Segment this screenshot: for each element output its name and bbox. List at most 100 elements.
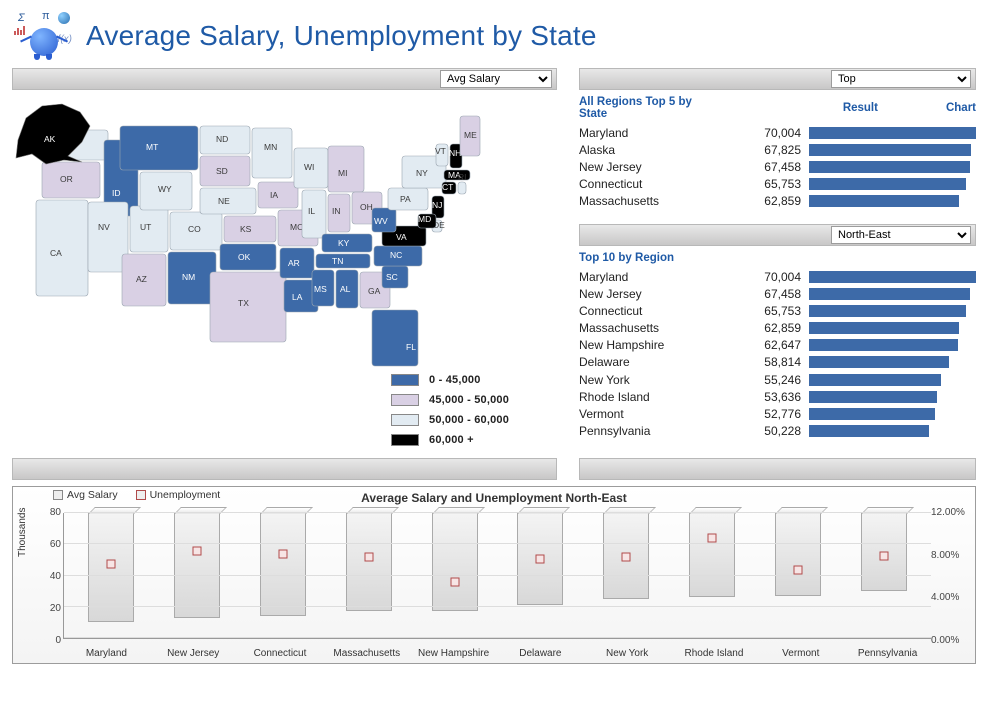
map-state-nd[interactable] <box>200 126 250 154</box>
state-cell: Connecticut <box>579 304 745 318</box>
metric-select[interactable]: Avg Salary <box>440 70 552 88</box>
bar-cell <box>809 178 976 190</box>
unemployment-marker <box>450 577 459 586</box>
region-select[interactable]: North-East <box>831 226 971 244</box>
y2-tick: 0.00% <box>931 635 971 646</box>
rank-select[interactable]: Top <box>831 70 971 88</box>
state-cell: Maryland <box>579 270 745 284</box>
bar-column <box>771 513 825 638</box>
top5-header: All Regions Top 5 by State Result Chart <box>579 96 976 120</box>
bar-column <box>256 513 310 638</box>
map-state-tx[interactable] <box>210 272 286 342</box>
mini-bar <box>809 356 949 368</box>
map-state-wv[interactable] <box>372 208 396 232</box>
legend-label: 60,000 + <box>429 434 519 446</box>
y-tick: 40 <box>41 571 61 582</box>
map-state-ne[interactable] <box>200 188 256 214</box>
map-state-me[interactable] <box>460 116 480 156</box>
map-state-ut[interactable] <box>130 206 168 252</box>
table-row: Delaware58,814 <box>579 354 976 371</box>
map-state-mt[interactable] <box>120 126 198 170</box>
map-state-il[interactable] <box>302 190 326 238</box>
table-row: Connecticut65,753 <box>579 302 976 319</box>
table-row: Maryland 70,004 <box>579 268 976 285</box>
map-state-sc[interactable] <box>382 266 408 288</box>
table-row: New Jersey67,458 <box>579 285 976 302</box>
bar-cell <box>809 195 976 207</box>
map-state-ia[interactable] <box>258 182 298 208</box>
y-tick: 80 <box>41 507 61 518</box>
value-cell: 55,246 <box>753 373 801 387</box>
state-cell: Pennsylvania <box>579 424 745 438</box>
bar-column <box>513 513 567 638</box>
map-state-ma[interactable] <box>444 170 470 180</box>
value-cell: 70,004 <box>753 270 801 284</box>
top5-chart-hdr: Chart <box>946 102 976 114</box>
bar-column <box>170 513 224 638</box>
value-cell: 62,859 <box>753 194 801 208</box>
map-state-co[interactable] <box>170 212 222 250</box>
map-state-al[interactable] <box>336 270 358 308</box>
table-row: New Jersey67,458 <box>579 158 976 175</box>
map-state-md[interactable] <box>418 214 436 228</box>
state-cell: New Jersey <box>579 287 745 301</box>
bar-cell <box>809 127 976 139</box>
map-state-fl[interactable] <box>372 310 418 366</box>
bar-column <box>599 513 653 638</box>
map-state-or[interactable] <box>42 162 100 198</box>
map-state-nm[interactable] <box>168 252 216 304</box>
mini-bar <box>809 127 976 139</box>
bar-column <box>685 513 739 638</box>
mini-bar <box>809 425 929 437</box>
map-state-in[interactable] <box>328 194 350 232</box>
map-state-pa[interactable] <box>388 188 428 210</box>
x-tick: Vermont <box>763 648 839 659</box>
mini-bar <box>809 144 971 156</box>
salary-bar <box>346 513 392 611</box>
map-state-az[interactable] <box>122 254 166 306</box>
map-state-ca[interactable] <box>36 200 88 296</box>
legend-swatch <box>391 374 419 386</box>
map-state-ok[interactable] <box>220 244 276 270</box>
bar-cell <box>809 356 976 368</box>
x-tick: Massachusetts <box>329 648 405 659</box>
map-state-ky[interactable] <box>322 234 372 252</box>
y-tick: 60 <box>41 539 61 550</box>
top5-result-hdr: Result <box>843 102 878 114</box>
us-map: WAORCAIDMTNVUTAZWYCONMNDSDNEKSOKTXMNIAMO… <box>12 96 557 446</box>
map-state-ar[interactable] <box>280 248 314 278</box>
map-state-ks[interactable] <box>224 216 276 242</box>
value-cell: 62,647 <box>753 338 801 352</box>
map-state-tn[interactable] <box>316 254 370 268</box>
logo: Σπ f(x) <box>12 12 72 62</box>
region-toolbar: North-East <box>579 224 976 246</box>
map-state-mn[interactable] <box>252 128 292 178</box>
bar-cell <box>809 339 976 351</box>
unemployment-marker <box>536 554 545 563</box>
map-alaska: AK <box>12 96 102 166</box>
map-state-sd[interactable] <box>200 156 250 186</box>
map-state-ri[interactable] <box>458 182 466 194</box>
mini-bar <box>809 305 966 317</box>
page-title: Average Salary, Unemployment by State <box>86 20 597 52</box>
salary-unemployment-chart: Avg Salary Unemployment Average Salary a… <box>12 486 976 664</box>
bars-row <box>68 513 927 638</box>
bar-cell <box>809 425 976 437</box>
map-state-ct[interactable] <box>442 182 456 194</box>
map-legend: 0 - 45,00045,000 - 50,00050,000 - 60,000… <box>391 370 519 450</box>
table-row: Rhode Island53,636 <box>579 388 976 405</box>
map-state-nc[interactable] <box>374 246 422 266</box>
mini-bar <box>809 322 959 334</box>
legend-unemployment: Unemployment <box>150 489 221 501</box>
map-state-wi[interactable] <box>294 148 328 188</box>
x-tick: Maryland <box>68 648 144 659</box>
mini-bar <box>809 408 935 420</box>
map-state-vt[interactable] <box>436 144 448 166</box>
mini-bar <box>809 271 976 283</box>
salary-bar <box>775 513 821 596</box>
map-state-wy[interactable] <box>140 172 192 210</box>
map-state-ms[interactable] <box>312 270 334 306</box>
map-state-mi[interactable] <box>328 146 364 192</box>
table-row: Pennsylvania50,228 <box>579 423 976 440</box>
header: Σπ f(x) Average Salary, Unemployment by … <box>12 12 976 62</box>
